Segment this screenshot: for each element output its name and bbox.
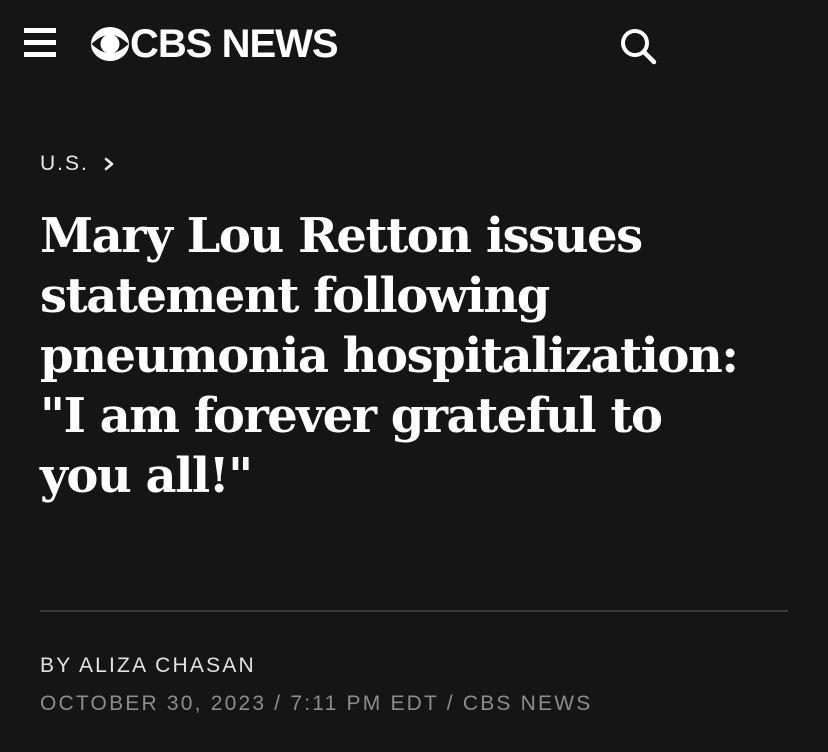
separator: / [274,692,283,715]
brand-name: CBS NEWS [130,22,339,66]
article-headline: Mary Lou Retton issues statement followi… [40,208,739,504]
byline-prefix: BY [40,654,73,677]
divider [40,610,788,612]
byline: BY ALIZA CHASAN [40,654,256,678]
separator: / [446,692,455,715]
search-icon[interactable] [618,26,658,66]
publish-time: 7:11 PM EDT [290,692,439,715]
source-name: CBS NEWS [462,692,593,715]
top-navigation-bar: CBS NEWS [0,0,828,90]
chevron-right-icon [104,157,114,171]
cbs-eye-logo-icon [91,27,129,61]
publish-date: OCTOBER 30, 2023 [40,692,267,715]
cbs-news-logo[interactable]: CBS NEWS [90,22,339,66]
article-page: CBS NEWS U.S. Mary Lou Retton issues sta… [0,0,828,752]
dateline: OCTOBER 30, 2023 / 7:11 PM EDT / CBS NEW… [40,692,592,716]
section-label: U.S. [40,152,89,175]
section-breadcrumb[interactable]: U.S. [40,152,115,176]
author-name[interactable]: ALIZA CHASAN [79,654,256,677]
hamburger-menu-icon[interactable] [24,28,56,58]
